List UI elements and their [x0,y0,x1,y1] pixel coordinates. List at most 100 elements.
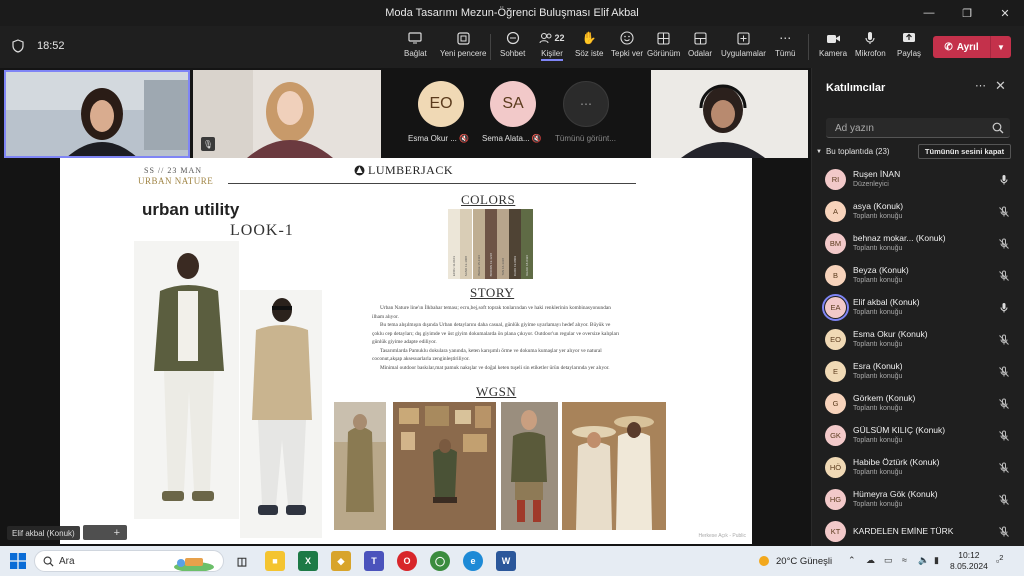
maximize-icon[interactable]: ❐ [948,0,986,26]
chrome-icon[interactable]: ◯ [430,551,450,571]
video-tile-participant[interactable]: 🎙 [193,70,381,158]
participant-role: Toplantı konuğu [853,405,903,412]
toolbar-divider [490,34,491,60]
phone-hangup-icon: ✆ [944,41,953,53]
chat-icon [505,30,521,46]
apps-button[interactable]: Uygulamalar [721,30,766,64]
participant-row[interactable]: KT KARDELEN EMİNE TÜRK [812,516,1024,548]
panel-close-icon[interactable]: ✕ [995,78,1006,94]
speaker-icon[interactable]: 🔈 [918,555,929,566]
participant-name: Ruşen İNAN [853,169,901,179]
participant-name: Görkem (Konuk) [853,393,916,403]
participant-row[interactable]: HG Hümeyra Gök (Konuk) Toplantı konuğu [812,484,1024,516]
participant-row[interactable]: RI Ruşen İNAN Düzenleyici [812,164,1024,196]
story-paragraph: Minimal outdoor baskılar,mat pamuk nakış… [380,364,610,371]
self-view-label: Elif akbal (Konuk) [7,526,80,540]
taskbar-clock[interactable]: 10:12 8.05.2024 [950,550,988,572]
muted-mic-icon[interactable] [998,430,1010,442]
muted-mic-icon[interactable] [998,398,1010,410]
new-window-button[interactable]: Yeni pencere [440,30,486,64]
muted-mic-icon[interactable] [998,366,1010,378]
muted-mic-icon[interactable] [998,238,1010,250]
teams-icon[interactable]: T [364,551,384,571]
color-swatch: BEIGE 15-1116 [473,209,485,279]
add-reaction-button[interactable]: + [83,525,127,540]
participant-row[interactable]: EO Esma Okur (Konuk) Toplantı konuğu [812,324,1024,356]
participant-row[interactable]: E Esra (Konuk) Toplantı konuğu [812,356,1024,388]
participant-name: Habibe Öztürk (Konuk) [853,457,940,467]
chevron-down-icon[interactable]: ▼ [991,43,1011,52]
raise-hand-icon: ✋ [581,31,597,45]
cloud-icon[interactable]: ☁ [866,555,875,566]
rooms-button[interactable]: Odalar [688,30,712,64]
microphone-button[interactable]: Mikrofon [855,30,886,64]
muted-mic-icon[interactable] [998,494,1010,506]
brand-logo: LUMBERJACK [354,163,453,178]
search-icon[interactable] [992,122,1004,134]
windows-start-icon[interactable] [10,553,26,569]
video-tile-self[interactable] [4,70,190,158]
task-view-icon[interactable]: ◫ [232,551,252,571]
muted-mic-icon[interactable] [998,270,1010,282]
chevron-up-icon[interactable]: ⌃ [848,555,856,566]
chat-button[interactable]: Sohbet [500,30,525,64]
participant-row[interactable]: G Görkem (Konuk) Toplantı konuğu [812,388,1024,420]
panel-title: Katılımcılar [826,82,886,94]
title-bar: Moda Tasarımı Mezun-Öğrenci Buluşması El… [0,0,1024,26]
bagla-button[interactable]: Bağlat [404,30,427,64]
microphone-icon[interactable] [998,174,1010,186]
raise-hand-label: Söz iste [575,49,604,58]
participant-search-input[interactable] [826,118,986,138]
avatar-name: Esma Okur ... 🔇 [408,134,470,143]
word-icon[interactable]: W [496,551,516,571]
swatch-code: ECRU 11-0103 [452,255,456,276]
video-tile-participant[interactable] [651,70,808,158]
in-meeting-section-toggle[interactable]: ▼ Bu toplantıda (23) [816,147,890,156]
more-participants-icon[interactable]: ⋯ [563,81,609,127]
participant-role: Toplantı konuğu [853,309,903,316]
swatch-code: BROWN 19-1218 [489,252,493,276]
muted-mic-icon[interactable] [998,526,1010,538]
weather-widget[interactable]: 20°C Güneşli [757,554,832,568]
participant-row[interactable]: BM behnaz mokar... (Konuk) Toplantı konu… [812,228,1024,260]
view-button[interactable]: Görünüm [647,30,680,64]
share-button[interactable]: Paylaş [897,30,921,64]
participant-row[interactable]: EA Elif akbal (Konuk) Toplantı konuğu [812,292,1024,324]
taskbar-search[interactable]: Ara [34,550,224,572]
rooms-icon [692,30,708,46]
participant-row[interactable]: A asya (Konuk) Toplantı konuğu [812,196,1024,228]
mute-all-button[interactable]: Tümünün sesini kapat [918,144,1011,159]
muted-mic-icon[interactable] [998,206,1010,218]
raise-hand-button[interactable]: ✋ Söz iste [575,30,603,64]
close-window-icon[interactable]: ✕ [986,0,1024,26]
opera-icon[interactable]: O [397,551,417,571]
muted-mic-icon[interactable] [998,462,1010,474]
battery-icon[interactable]: ▮ [934,555,939,566]
leave-main[interactable]: ✆ Ayrıl [933,36,991,58]
share-label: Paylaş [897,49,922,58]
file-explorer-icon[interactable]: ■ [265,551,285,571]
meeting-timer: 18:52 [37,40,65,52]
sticky-app-icon[interactable]: ◆ [331,551,351,571]
camera-button[interactable]: Kamera [819,30,847,64]
minimize-icon[interactable]: — [910,0,948,26]
participant-row[interactable]: B Beyza (Konuk) Toplantı konuğu [812,260,1024,292]
display-icon[interactable]: ▭ [884,555,893,566]
edge-icon[interactable]: e [463,551,483,571]
wifi-icon[interactable]: ≈ [902,555,907,565]
react-button[interactable]: Tepki ver [611,30,643,64]
swatch-code: DARK 19-0809 [513,255,517,276]
panel-more-icon[interactable]: ⋯ [975,79,986,92]
muted-mic-icon[interactable] [998,334,1010,346]
more-button[interactable]: ⋯ Tümü [775,30,795,64]
microphone-icon[interactable] [998,302,1010,314]
leave-button[interactable]: ✆ Ayrıl ▼ [933,36,1011,58]
view-all-label[interactable]: Tümünü görünt... [555,134,616,143]
participant-row[interactable]: GK GÜLSÜM KILIÇ (Konuk) Toplantı konuğu [812,420,1024,452]
brand-emblem-icon [354,165,365,176]
excel-icon[interactable]: X [298,551,318,571]
people-count: 22 [554,33,565,43]
people-button[interactable]: 22 Kişiler [538,30,566,64]
participant-row[interactable]: HÖ Habibe Öztürk (Konuk) Toplantı konuğu [812,452,1024,484]
notification-icon[interactable]: ▫2 [996,553,1003,566]
